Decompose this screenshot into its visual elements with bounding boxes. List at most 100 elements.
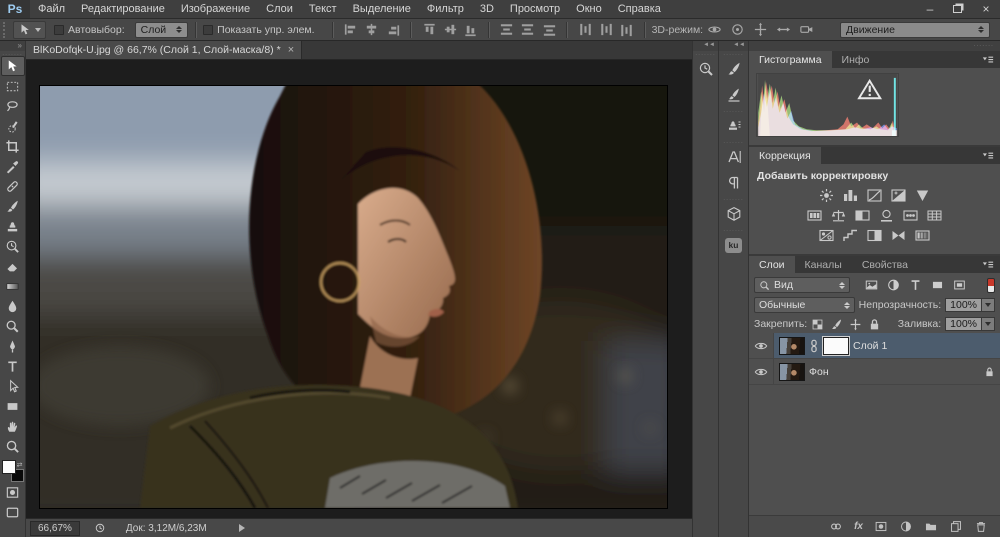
current-tool-chip[interactable] [13,21,46,39]
canvas-pasteboard[interactable] [26,60,692,518]
align-vertical-centers-icon[interactable] [442,22,457,37]
threshold-adjustment-icon[interactable] [866,228,883,243]
menu-window[interactable]: Окно [568,0,610,18]
lock-all-icon[interactable] [868,318,881,331]
3d-panel-button[interactable] [722,202,746,226]
vibrance-adjustment-icon[interactable] [914,188,931,203]
menu-3d[interactable]: 3D [472,0,502,18]
swap-colors-icon[interactable]: ⇄ [17,461,23,469]
align-right-edges-icon[interactable] [385,22,400,37]
brightness-contrast-adjustment-icon[interactable] [818,188,835,203]
link-layers-button[interactable] [829,520,843,533]
filter-shape-layers-icon[interactable] [930,278,945,292]
layer-row-layer1[interactable]: Слой 1 [749,333,1000,359]
dock-grip[interactable]: ....... [723,108,744,113]
filter-smart-objects-icon[interactable] [952,278,967,292]
align-bottom-edges-icon[interactable] [463,22,478,37]
menu-type[interactable]: Текст [301,0,345,18]
kuler-panel-button[interactable]: ku [722,233,746,257]
quick-selection-tool[interactable] [1,116,25,136]
zoom-level-field[interactable]: 66,67% [30,521,80,536]
posterize-adjustment-icon[interactable] [842,228,859,243]
healing-brush-tool[interactable] [1,176,25,196]
workspace-dropdown[interactable]: Движение [840,22,990,38]
screen-mode-button[interactable] [1,502,25,522]
tab-info[interactable]: Инфо [832,51,880,68]
blend-mode-dropdown[interactable]: Обычные [754,297,855,313]
menu-help[interactable]: Справка [610,0,669,18]
histogram-panel-menu-button[interactable] [980,51,1000,68]
menu-layers[interactable]: Слои [258,0,301,18]
clone-stamp-tool[interactable] [1,216,25,236]
document-size-info[interactable]: Док: 3,12M/6,23M [116,522,217,535]
options-grip[interactable] [3,22,10,38]
pen-tool[interactable] [1,336,25,356]
layer-mask-thumbnail[interactable] [823,337,849,355]
hue-saturation-adjustment-icon[interactable] [806,208,823,223]
distribute-horizontal-centers-icon[interactable] [598,22,613,37]
path-selection-tool[interactable] [1,376,25,396]
opacity-field[interactable]: 100% [945,298,995,312]
gradient-tool[interactable] [1,276,25,296]
autoselect-checkbox[interactable] [54,25,64,35]
dock-grip[interactable]: ....... [723,196,744,201]
color-swatches[interactable]: ⇄ [2,460,24,482]
opacity-arrow-icon[interactable] [982,298,995,312]
new-group-button[interactable] [924,520,938,533]
status-menu-arrow-icon[interactable] [239,524,245,532]
distribute-bottom-edges-icon[interactable] [541,22,556,37]
menu-select[interactable]: Выделение [345,0,419,18]
menu-edit[interactable]: Редактирование [73,0,173,18]
visibility-toggle[interactable] [749,333,774,358]
layer-name[interactable]: Слой 1 [853,340,887,352]
layer-row-background[interactable]: Фон [749,359,1000,385]
shape-tool[interactable] [1,396,25,416]
tab-layers[interactable]: Слои [749,256,795,273]
distribute-vertical-centers-icon[interactable] [520,22,535,37]
crop-tool[interactable] [1,136,25,156]
exposure-adjustment-icon[interactable] [890,188,907,203]
marquee-tool[interactable] [1,76,25,96]
color-balance-adjustment-icon[interactable] [830,208,847,223]
layer-filtering-toggle[interactable] [987,278,995,293]
foreground-color-swatch[interactable] [2,460,16,474]
distribute-right-edges-icon[interactable] [619,22,634,37]
lasso-tool[interactable] [1,96,25,116]
tab-histogram[interactable]: Гистограмма [749,51,832,68]
menu-file[interactable]: Файл [30,0,73,18]
adjustments-panel-menu-button[interactable] [980,147,1000,164]
history-panel-button[interactable] [694,57,718,81]
zoom-tool[interactable] [1,436,25,456]
add-layer-mask-button[interactable] [874,520,888,533]
fill-arrow-icon[interactable] [982,317,995,331]
brush-presets-panel-button[interactable] [722,57,746,81]
character-panel-button[interactable] [722,145,746,169]
new-layer-button[interactable] [949,520,963,533]
3d-pan-icon[interactable] [753,22,768,37]
3d-orbit-icon[interactable] [707,22,722,37]
clone-source-panel-button[interactable] [722,114,746,138]
brush-tool[interactable] [1,196,25,216]
menu-image[interactable]: Изображение [173,0,258,18]
filter-adjustment-layers-icon[interactable] [886,278,901,292]
distribute-left-edges-icon[interactable] [577,22,592,37]
quick-mask-button[interactable] [1,482,25,502]
paragraph-panel-button[interactable] [722,171,746,195]
delete-layer-button[interactable] [974,520,988,533]
lock-transparency-icon[interactable] [811,318,824,331]
filter-type-layers-icon[interactable] [908,278,923,292]
layer-thumbnail[interactable] [779,363,805,381]
dock-grip[interactable]: ....... [723,227,744,232]
selective-color-adjustment-icon[interactable] [914,228,931,243]
layer-name[interactable]: Фон [809,366,829,378]
align-top-edges-icon[interactable] [421,22,436,37]
distribute-top-edges-icon[interactable] [499,22,514,37]
menu-filter[interactable]: Фильтр [419,0,472,18]
eyedropper-tool[interactable] [1,156,25,176]
eraser-tool[interactable] [1,256,25,276]
channel-mixer-adjustment-icon[interactable] [902,208,919,223]
mask-link-icon[interactable] [809,339,819,353]
move-tool[interactable] [1,56,25,76]
autoselect-target-dropdown[interactable]: Слой [135,22,189,38]
dock-grip[interactable]: ....... [723,139,744,144]
